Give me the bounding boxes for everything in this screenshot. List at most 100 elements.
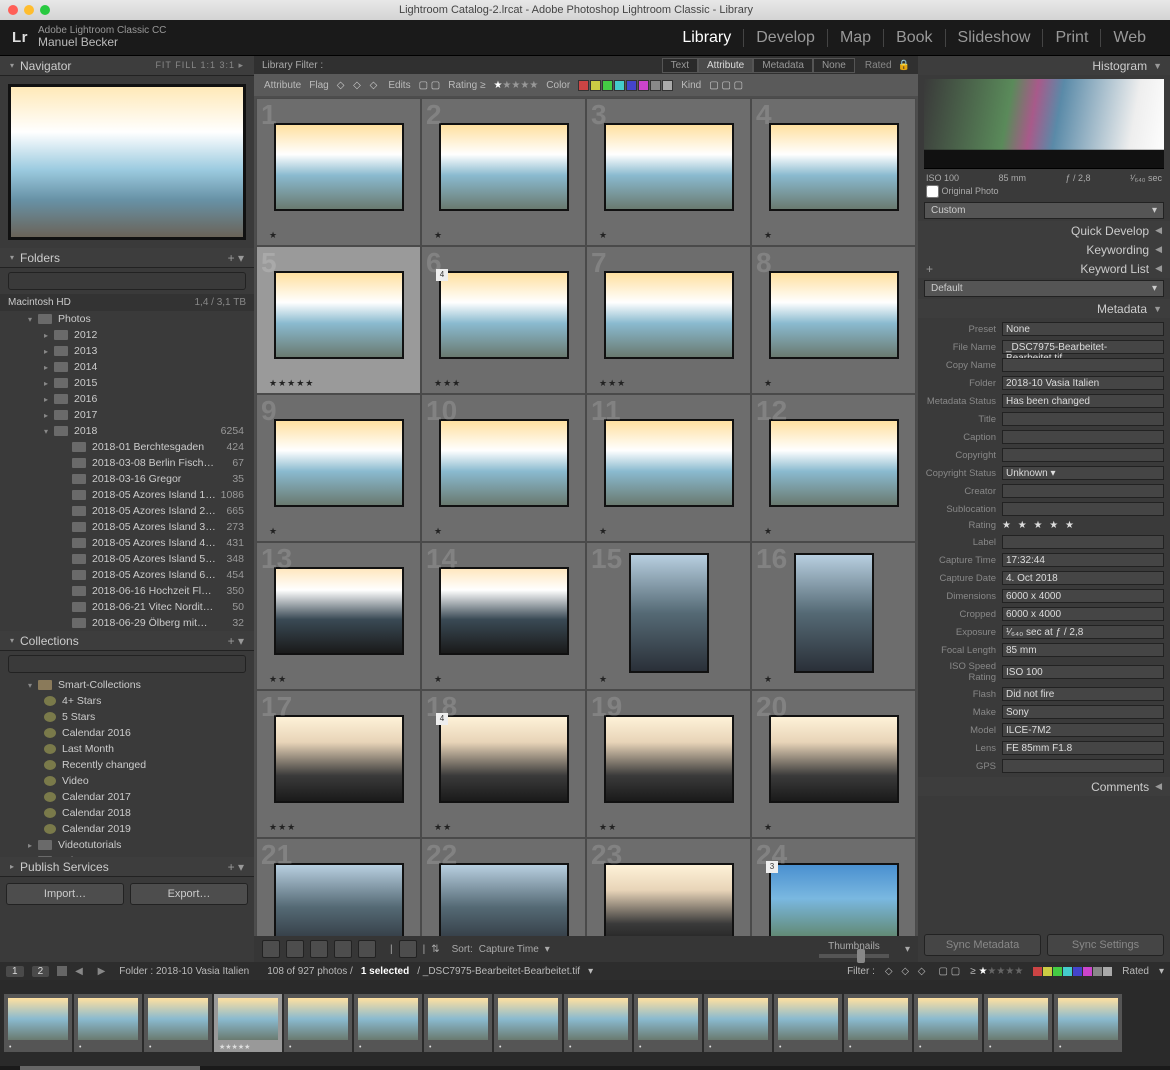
grid-cell[interactable]: 13★★ — [256, 542, 421, 690]
filter-preset[interactable]: Rated — [865, 60, 892, 71]
folder-row[interactable]: ▸2016 — [0, 391, 254, 407]
metadata-field[interactable] — [1002, 759, 1164, 773]
grid-cell[interactable]: 3★ — [586, 98, 751, 246]
module-print[interactable]: Print — [1042, 29, 1100, 47]
filmstrip-thumb[interactable]: • — [144, 994, 212, 1052]
filter-tab-none[interactable]: None — [813, 58, 855, 73]
nav-arrows[interactable]: ◀ ▶ — [75, 966, 111, 977]
metadata-field[interactable]: 17:32:44 — [1002, 553, 1164, 567]
grid-cell[interactable]: 184★★ — [421, 690, 586, 838]
sync-settings-button[interactable]: Sync Settings — [1047, 934, 1164, 956]
color-swatch[interactable] — [1043, 967, 1052, 976]
filmstrip-thumb[interactable]: • — [914, 994, 982, 1052]
toolbar-menu-icon[interactable]: ▾ — [905, 944, 910, 955]
metadata-header[interactable]: Metadata▼ — [918, 299, 1170, 318]
filter-flag-icons[interactable]: ◇ ◇ ◇ — [885, 966, 929, 977]
import-button[interactable]: Import… — [6, 883, 124, 905]
color-swatch[interactable] — [1083, 967, 1092, 976]
filmstrip-thumb[interactable]: ★★★★★ — [214, 994, 282, 1052]
metadata-field[interactable]: ¹⁄₆₄₀ sec at ƒ / 2,8 — [1002, 625, 1164, 639]
original-photo-checkbox[interactable]: Original Photo — [926, 186, 999, 196]
metadata-field[interactable]: 2018-10 Vasia Italien — [1002, 376, 1164, 390]
painter-icon[interactable] — [399, 940, 417, 958]
filter-rating[interactable]: ≥ ★★★★★ — [970, 966, 1023, 977]
color-swatch[interactable] — [626, 80, 637, 91]
loupe-view-icon[interactable] — [286, 940, 304, 958]
folder-row[interactable]: 2018-06-21 Vitec Nordit…50 — [0, 599, 254, 615]
publish-header[interactable]: ▸ Publish Services + ▾ — [0, 857, 254, 877]
filmstrip-thumb[interactable]: • — [354, 994, 422, 1052]
grid-cell[interactable]: 19★★ — [586, 690, 751, 838]
folder-row[interactable]: 2018-06-16 Hochzeit Fl…350 — [0, 583, 254, 599]
filter-tab-text[interactable]: Text — [662, 58, 698, 73]
folder-row[interactable]: 2018-05 Azores Island 5…348 — [0, 551, 254, 567]
grid-cell[interactable]: 9★ — [256, 394, 421, 542]
color-swatch[interactable] — [602, 80, 613, 91]
smart-collection-item[interactable]: Calendar 2018 — [0, 805, 254, 821]
metadata-field[interactable]: Unknown ▾ — [1002, 466, 1164, 480]
color-swatch[interactable] — [650, 80, 661, 91]
module-map[interactable]: Map — [827, 29, 883, 47]
grid-cell[interactable]: 17★★★ — [256, 690, 421, 838]
filter-colors[interactable] — [1033, 967, 1112, 976]
smart-collection-item[interactable]: Calendar 2016 — [0, 725, 254, 741]
color-swatch[interactable] — [662, 80, 673, 91]
add-folder-icon[interactable]: + ▾ — [228, 251, 244, 265]
folders-header[interactable]: ▾ Folders + ▾ — [0, 248, 254, 268]
filmstrip-scrollbar[interactable] — [0, 1066, 1170, 1070]
smart-collection-item[interactable]: Calendar 2019 — [0, 821, 254, 837]
color-swatch[interactable] — [578, 80, 589, 91]
flag-icons[interactable]: ◇ ◇ ◇ — [337, 80, 381, 91]
metadata-field[interactable]: 85 mm — [1002, 643, 1164, 657]
filmstrip-thumb[interactable]: • — [774, 994, 842, 1052]
metadata-field[interactable] — [1002, 412, 1164, 426]
grid-cell[interactable]: 7★★★ — [586, 246, 751, 394]
filter-tab-metadata[interactable]: Metadata — [753, 58, 813, 73]
color-swatch[interactable] — [1033, 967, 1042, 976]
filmstrip-thumb[interactable]: • — [494, 994, 562, 1052]
metadata-field[interactable] — [1002, 448, 1164, 462]
add-collection-icon[interactable]: + ▾ — [228, 634, 244, 648]
color-swatch[interactable] — [590, 80, 601, 91]
histogram-header[interactable]: Histogram ▼ — [918, 56, 1170, 75]
color-swatch[interactable] — [614, 80, 625, 91]
keywording-header[interactable]: Keywording◀ — [918, 240, 1170, 259]
metadata-field[interactable] — [1002, 358, 1164, 372]
compare-view-icon[interactable] — [310, 940, 328, 958]
metadata-field[interactable]: 6000 x 4000 — [1002, 607, 1164, 621]
filter-lock-icon[interactable]: ▾ — [1159, 966, 1164, 977]
sort-direction-icon[interactable]: ⇅ — [431, 944, 439, 955]
folder-row[interactable]: ▸2017 — [0, 407, 254, 423]
folder-row[interactable]: ▸2014 — [0, 359, 254, 375]
metadata-preset-field[interactable]: None — [1002, 322, 1164, 336]
folder-row[interactable]: ▸2012 — [0, 327, 254, 343]
kind-icons[interactable]: ▢ ▢ ▢ — [709, 80, 743, 91]
sort-direction-dropdown[interactable]: ▾ — [545, 944, 550, 955]
navigator-modes[interactable]: FIT FILL 1:1 3:1 ▸ — [155, 60, 244, 71]
module-web[interactable]: Web — [1100, 29, 1158, 47]
quickdevelop-preset[interactable]: Custom▾ — [924, 202, 1164, 219]
smart-collection-item[interactable]: 4+ Stars — [0, 693, 254, 709]
filmstrip-thumb[interactable]: • — [424, 994, 492, 1052]
metadata-field[interactable]: Did not fire — [1002, 687, 1164, 701]
navigator-preview[interactable] — [8, 84, 246, 240]
color-swatch[interactable] — [1093, 967, 1102, 976]
metadata-field[interactable]: ISO 100 — [1002, 665, 1164, 679]
smart-collection-item[interactable]: 5 Stars — [0, 709, 254, 725]
color-swatch[interactable] — [1103, 967, 1112, 976]
smart-collection-item[interactable]: Last Month — [0, 741, 254, 757]
lock-icon[interactable]: 🔒 — [898, 60, 910, 71]
folder-row[interactable]: ▾20186254 — [0, 423, 254, 439]
filter-edits-icons[interactable]: ▢ ▢ — [938, 966, 960, 977]
folder-row[interactable]: ▾Photos — [0, 311, 254, 327]
thumb-size-slider[interactable] — [819, 954, 889, 958]
metadata-preset-default[interactable]: Default▾ — [924, 280, 1164, 297]
module-develop[interactable]: Develop — [743, 29, 827, 47]
filter-preset-dropdown[interactable]: Rated — [1122, 966, 1149, 977]
screen-1[interactable]: 1 — [6, 966, 24, 977]
survey-view-icon[interactable] — [334, 940, 352, 958]
quickdevelop-header[interactable]: Quick Develop◀ — [918, 221, 1170, 240]
grid-view[interactable]: 1★2★3★4★5★★★★★64★★★7★★★8★9★10★11★12★13★★… — [254, 96, 918, 936]
navigator-header[interactable]: ▾ Navigator FIT FILL 1:1 3:1 ▸ — [0, 56, 254, 76]
grid-cell[interactable]: 1★ — [256, 98, 421, 246]
